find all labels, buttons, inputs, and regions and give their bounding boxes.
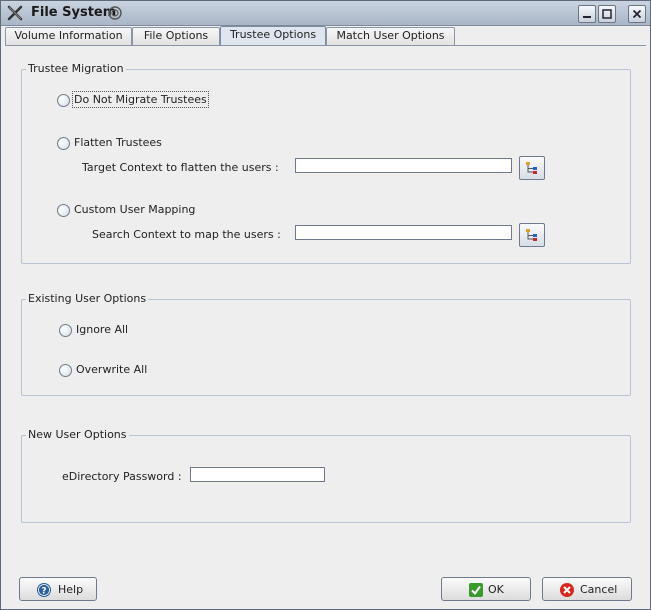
overwrite-all-radio[interactable] <box>59 364 72 377</box>
minimize-button[interactable] <box>578 5 596 23</box>
file-system-dialog: File System Volume Information File Opti… <box>0 0 651 610</box>
ignore-all-label[interactable]: Ignore All <box>76 323 128 336</box>
tab-trustee-options[interactable]: Trustee Options <box>220 26 326 45</box>
cancel-button[interactable]: Cancel <box>542 577 632 601</box>
tab-match-user-options[interactable]: Match User Options <box>326 27 455 45</box>
ignore-all-radio[interactable] <box>59 324 72 337</box>
window-title: File System <box>31 5 117 20</box>
help-button-label: Help <box>58 583 84 596</box>
help-icon: ? <box>37 583 51 597</box>
minimize-icon <box>583 16 591 18</box>
new-user-options-group: New User Options eDirectory Password : <box>21 428 631 523</box>
group-title: New User Options <box>26 428 129 441</box>
flatten-trustees-radio[interactable] <box>57 137 70 150</box>
x-tool-icon <box>7 5 23 21</box>
help-button[interactable]: ? Help <box>19 577 97 601</box>
trustee-migration-group: Trustee Migration Do Not Migrate Trustee… <box>21 62 631 264</box>
existing-user-options-group: Existing User Options Ignore All Overwri… <box>21 292 631 396</box>
target-context-label: Target Context to flatten the users : <box>82 161 279 174</box>
close-button[interactable] <box>628 5 646 23</box>
title-bar[interactable]: File System <box>1 1 650 26</box>
close-icon <box>632 9 642 19</box>
custom-user-mapping-label[interactable]: Custom User Mapping <box>74 203 195 216</box>
tree-browse-icon <box>526 162 537 174</box>
search-context-browse-button[interactable] <box>519 223 545 247</box>
custom-user-mapping-radio[interactable] <box>57 204 70 217</box>
edirectory-password-input[interactable] <box>190 467 325 482</box>
search-context-label: Search Context to map the users : <box>92 228 281 241</box>
trustee-options-panel: Trustee Migration Do Not Migrate Trustee… <box>5 45 646 608</box>
tab-bar: Volume Information File Options Trustee … <box>5 26 645 45</box>
tab-volume-information[interactable]: Volume Information <box>5 27 132 45</box>
maximize-button[interactable] <box>598 5 616 23</box>
maximize-icon <box>602 9 612 19</box>
tree-browse-icon <box>526 229 537 241</box>
svg-text:?: ? <box>41 587 46 597</box>
swirl-icon <box>108 6 122 20</box>
target-context-browse-button[interactable] <box>519 156 545 180</box>
tab-file-options[interactable]: File Options <box>132 27 220 45</box>
group-title: Trustee Migration <box>26 62 126 75</box>
overwrite-all-label[interactable]: Overwrite All <box>76 363 147 376</box>
ok-button[interactable]: OK <box>441 577 531 601</box>
do-not-migrate-radio[interactable] <box>57 94 70 107</box>
edirectory-password-label: eDirectory Password : <box>62 470 182 483</box>
ok-button-label: OK <box>488 583 504 596</box>
target-context-input[interactable] <box>295 158 512 173</box>
cancel-icon <box>560 583 574 597</box>
flatten-trustees-label[interactable]: Flatten Trustees <box>74 136 162 149</box>
check-icon <box>469 583 483 597</box>
search-context-input[interactable] <box>295 225 512 240</box>
cancel-button-label: Cancel <box>580 583 618 596</box>
do-not-migrate-label[interactable]: Do Not Migrate Trustees <box>72 91 209 108</box>
group-title: Existing User Options <box>26 292 149 305</box>
